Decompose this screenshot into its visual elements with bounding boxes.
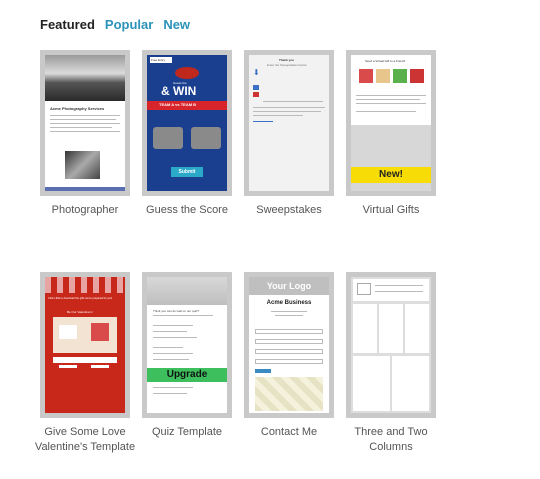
template-label: Guess the Score: [146, 204, 228, 216]
template-card-guess-the-score[interactable]: Free Entry Guess the & WIN TEAM A vs TEA…: [142, 50, 232, 218]
tab-featured[interactable]: Featured: [40, 17, 95, 32]
template-card-three-two-columns[interactable]: Three and Two Columns: [346, 272, 436, 455]
upgrade-banner: Upgrade: [147, 368, 227, 382]
image-placeholder-icon: [357, 283, 371, 295]
template-thumbnail[interactable]: [346, 272, 436, 418]
template-card-quiz[interactable]: Think you can do well on our quiz? Upgra…: [142, 272, 232, 440]
template-label: Quiz Template: [151, 426, 223, 438]
photographer-heading: Acme Photography Services: [50, 106, 105, 111]
template-label: Virtual Gifts: [362, 204, 420, 216]
template-card-sweepstakes[interactable]: Thank you Enter the Sweepstakes below ⬇ …: [244, 50, 334, 218]
template-thumbnail[interactable]: Thank you Enter the Sweepstakes below ⬇: [244, 50, 334, 196]
template-thumbnail[interactable]: Click LIKE to download the gifts we've p…: [40, 272, 130, 418]
template-card-virtual-gifts[interactable]: Send a Virtual Gift to a Friend! New! Vi…: [346, 50, 436, 218]
template-label: Contact Me: [260, 426, 318, 438]
business-name: Acme Business: [266, 300, 312, 306]
template-card-contact-me[interactable]: Your Logo Acme Business Contact Me: [244, 272, 334, 440]
template-filter-tabs: Featured Popular New: [40, 17, 190, 32]
template-thumbnail[interactable]: Free Entry Guess the & WIN TEAM A vs TEA…: [142, 50, 232, 196]
landscape-photo: [45, 55, 125, 101]
heart-icon: [91, 323, 109, 341]
arrow-down-icon: ⬇: [253, 68, 260, 77]
template-label: Photographer: [51, 204, 119, 216]
template-card-photographer[interactable]: Acme Photography Services Photographer: [40, 50, 130, 218]
football-icon: [175, 67, 199, 79]
tab-popular[interactable]: Popular: [105, 17, 153, 32]
template-thumbnail[interactable]: Send a Virtual Gift to a Friend! New!: [346, 50, 436, 196]
quiz-header-image: [147, 277, 227, 305]
template-thumbnail[interactable]: Think you can do well on our quiz? Upgra…: [142, 272, 232, 418]
logo-placeholder: Your Logo: [249, 277, 329, 295]
template-label: Sweepstakes: [256, 204, 322, 216]
template-label: Give Some Love Valentine's Template: [34, 426, 136, 453]
submit-button: Submit: [171, 167, 203, 177]
map-image: [255, 377, 323, 411]
gift-icon: [376, 69, 390, 83]
template-card-valentine[interactable]: Click LIKE to download the gifts we've p…: [35, 272, 135, 455]
template-thumbnail[interactable]: Your Logo Acme Business: [244, 272, 334, 418]
gift-icon: [410, 69, 424, 83]
win-text: & WIN: [161, 84, 197, 98]
gift-icon: [393, 69, 407, 83]
template-thumbnail[interactable]: Acme Photography Services: [40, 50, 130, 196]
new-badge: New!: [351, 167, 431, 183]
template-label: Three and Two Columns: [354, 426, 428, 453]
hearts-pattern: [45, 277, 125, 293]
hands-photo: [65, 151, 100, 179]
tab-new[interactable]: New: [163, 17, 190, 32]
gift-icon: [359, 69, 373, 83]
